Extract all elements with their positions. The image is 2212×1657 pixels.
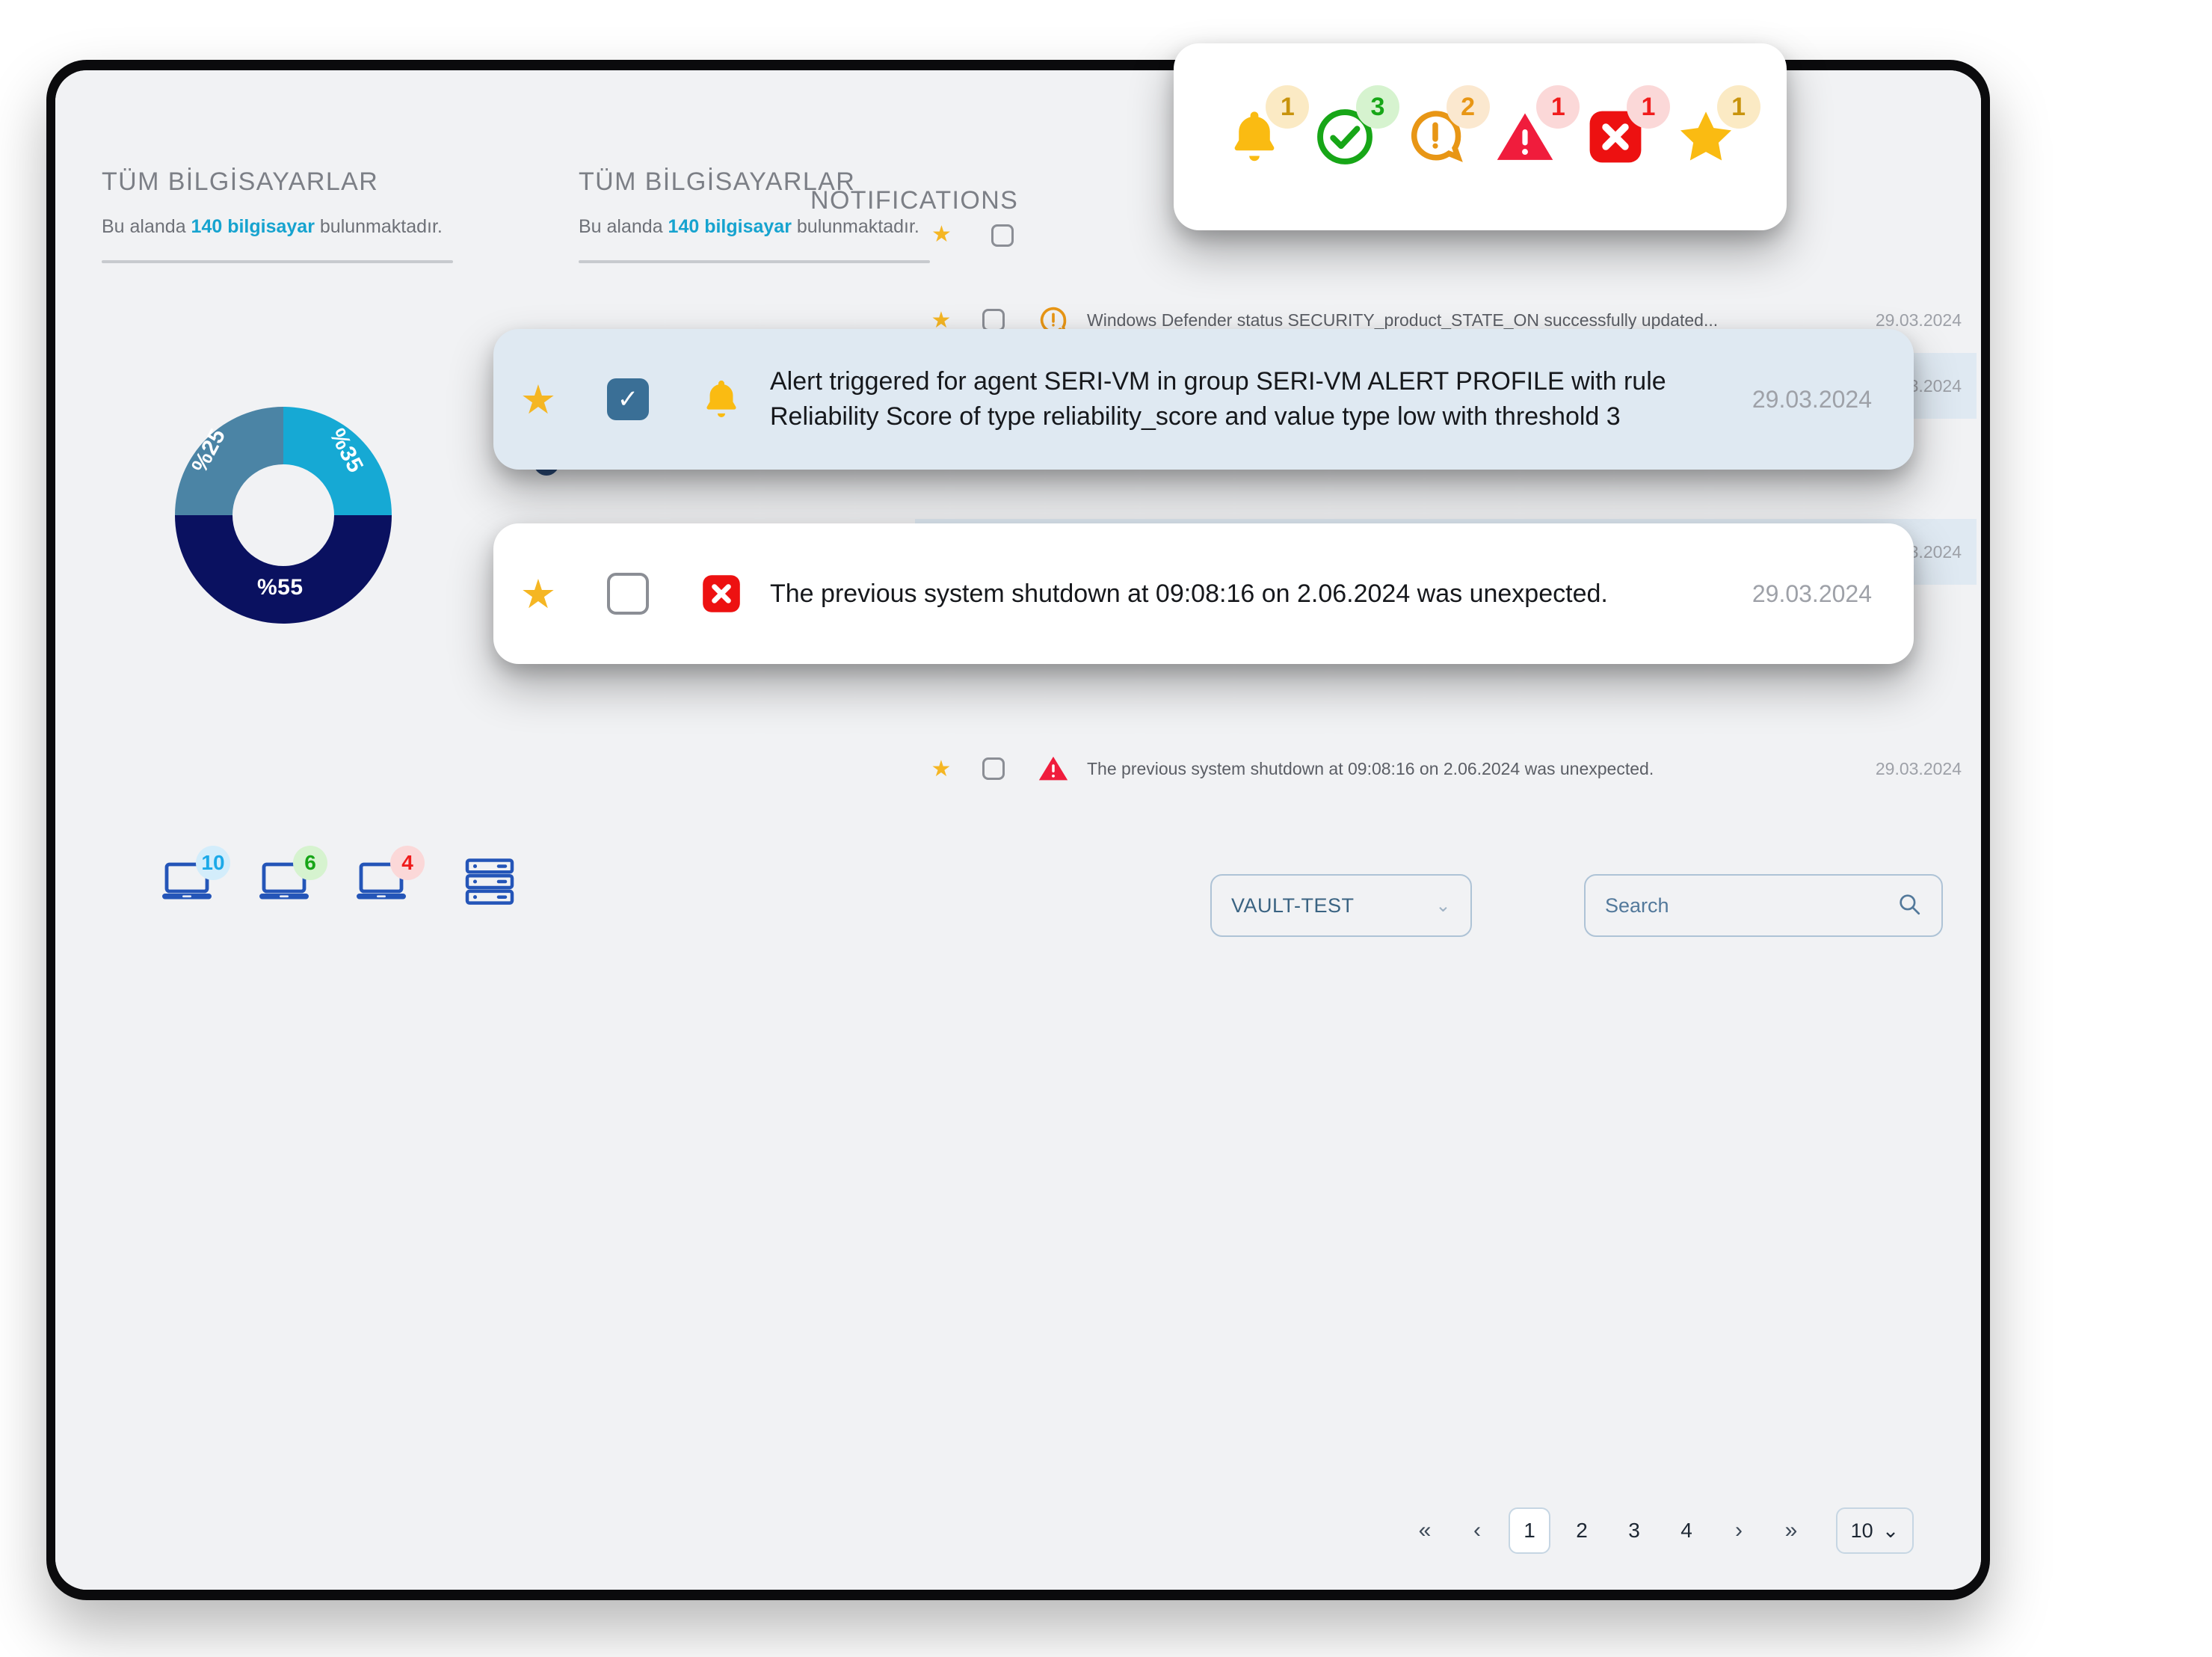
pagination-prev[interactable]: ‹ [1456, 1507, 1498, 1554]
pagination-first[interactable]: « [1404, 1507, 1446, 1554]
pagination-page-3[interactable]: 3 [1613, 1507, 1655, 1554]
mid-panel-divider [579, 260, 930, 263]
search-icon[interactable] [1897, 891, 1922, 920]
pagination-page-2[interactable]: 2 [1561, 1507, 1603, 1554]
chevron-down-icon: ⌄ [1435, 895, 1451, 916]
row-checkbox[interactable] [967, 757, 1020, 780]
notification-date: 29.03.2024 [1875, 310, 1962, 330]
laptop-icon-healthy[interactable]: 6 [257, 846, 327, 906]
popup-bell-icon[interactable]: 1 [1222, 85, 1310, 169]
popup-badge-count: 1 [1266, 85, 1310, 129]
screenshot-root: TÜM BİLGİSAYARLAR Bu alanda 140 bilgisay… [0, 0, 2212, 1657]
popup-star-icon[interactable]: 1 [1674, 85, 1760, 169]
popup-error-x-icon[interactable]: 1 [1583, 85, 1670, 169]
rail-checkbox-0[interactable] [991, 224, 1014, 247]
popup-badge-count: 1 [1626, 85, 1670, 129]
mid-panel-header: TÜM BİLGİSAYARLAR Bu alanda 140 bilgisay… [579, 167, 930, 263]
star-icon[interactable]: ★ [493, 571, 583, 618]
pagination-next[interactable]: › [1718, 1507, 1760, 1554]
mid-panel-subtitle: Bu alanda 140 bilgisayar bulunmaktadır. [579, 216, 919, 237]
error-x-icon [673, 571, 770, 617]
app-screen: TÜM BİLGİSAYARLAR Bu alanda 140 bilgisay… [55, 70, 1981, 1590]
shutdown-popup-date: 29.03.2024 [1752, 580, 1872, 607]
pagination-page-1[interactable]: 1 [1509, 1507, 1550, 1554]
popup-badge-count: 3 [1355, 85, 1399, 129]
left-panel-header: TÜM BİLGİSAYARLAR Bu alanda 140 bilgisay… [102, 167, 453, 263]
popup-chat-alert-icon[interactable]: 2 [1403, 85, 1490, 169]
donut-slice-2 [175, 515, 392, 624]
group-filter-value: VAULT-TEST [1231, 894, 1355, 917]
group-filter-dropdown[interactable]: VAULT-TEST ⌄ [1210, 874, 1472, 937]
page-size-select[interactable]: 10 ⌄ [1836, 1507, 1914, 1554]
popup-badge-count: 2 [1446, 85, 1490, 129]
laptop-icon-error[interactable]: 4 [354, 846, 425, 906]
status-icon-legend-popup: 1 3 2 1 1 1 [1174, 43, 1787, 230]
rail-star-0[interactable]: ★ [931, 221, 952, 248]
shutdown-notification-popup[interactable]: ★ The previous system shutdown at 09:08:… [493, 523, 1914, 664]
donut-svg [175, 407, 392, 624]
shutdown-popup-text: The previous system shutdown at 09:08:16… [770, 579, 1608, 608]
donut-label-2: %55 [257, 575, 304, 600]
bell-icon [673, 375, 770, 423]
laptop-icon-online[interactable]: 10 [160, 846, 230, 906]
laptop-status-group: 10 6 4 [160, 846, 425, 906]
laptop-badge-count: 10 [196, 846, 230, 880]
popup-warning-triangle-icon[interactable]: 1 [1493, 85, 1580, 169]
notification-text: The previous system shutdown at 09:08:16… [1087, 758, 1654, 778]
chevron-down-icon: ⌄ [1882, 1519, 1900, 1542]
computers-table-card: 10 6 4 « ‹ 1 2 3 4 › » 10 ⌄ [55, 826, 1981, 1590]
search-input[interactable] [1605, 894, 1897, 917]
pagination: « ‹ 1 2 3 4 › » 10 ⌄ [1404, 1507, 1914, 1554]
notification-row[interactable]: ★ The previous system shutdown at 09:08:… [915, 736, 1977, 802]
row-checkbox-unchecked[interactable] [583, 573, 673, 615]
server-rack-icon[interactable] [463, 857, 517, 910]
left-panel-subtitle: Bu alanda 140 bilgisayar bulunmaktadır. [102, 216, 443, 237]
laptop-badge-count: 6 [293, 846, 327, 880]
page-size-value: 10 [1850, 1519, 1873, 1542]
left-panel-divider [102, 260, 453, 263]
pagination-page-4[interactable]: 4 [1666, 1507, 1707, 1554]
popup-badge-count: 1 [1536, 85, 1580, 129]
row-checkbox[interactable] [967, 309, 1020, 331]
popup-badge-count: 1 [1716, 85, 1760, 129]
left-panel-title: TÜM BİLGİSAYARLAR [102, 167, 379, 196]
alert-popup-date: 29.03.2024 [1752, 385, 1872, 413]
alert-popup-text: Alert triggered for agent SERI-VM in gro… [770, 367, 1666, 431]
notifications-header: NOTIFICATIONS [810, 186, 1019, 215]
row-checkbox-checked[interactable]: ✓ [583, 378, 673, 420]
laptop-badge-count: 4 [390, 846, 425, 880]
alert-notification-popup[interactable]: ★ ✓ Alert triggered for agent SERI-VM in… [493, 329, 1914, 470]
search-box[interactable] [1584, 874, 1943, 937]
popup-check-circle-icon[interactable]: 3 [1313, 85, 1399, 169]
star-icon[interactable]: ★ [915, 756, 967, 782]
notification-text: Windows Defender status SECURITY_product… [1087, 310, 1719, 330]
warning-triangle-icon [1020, 751, 1087, 786]
os-distribution-donut-chart: %35 %25 %55 [145, 392, 422, 639]
star-icon[interactable]: ★ [493, 376, 583, 423]
notification-date: 29.03.2024 [1875, 758, 1962, 778]
pagination-last[interactable]: » [1770, 1507, 1812, 1554]
